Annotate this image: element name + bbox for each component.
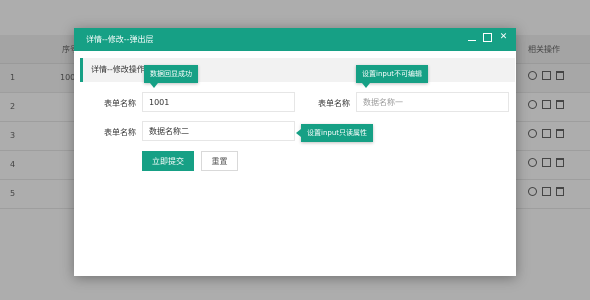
tooltip-arrow bbox=[150, 83, 158, 88]
field3-input[interactable] bbox=[142, 121, 295, 141]
close-icon[interactable]: ✕ bbox=[499, 33, 508, 42]
dialog-title-bar[interactable]: 详情--修改--弹出层 ✕ bbox=[74, 28, 516, 51]
dialog-title: 详情--修改--弹出层 bbox=[86, 35, 154, 44]
tooltip-text: 设置input只读属性 bbox=[307, 129, 368, 137]
tooltip-input-readonly: 设置input不可编辑 bbox=[356, 65, 429, 88]
tooltip-text: 设置input不可编辑 bbox=[362, 70, 423, 78]
maximize-icon[interactable] bbox=[483, 33, 492, 42]
field2-label: 表单名称 bbox=[318, 99, 350, 108]
window-controls: ✕ bbox=[468, 33, 508, 42]
field1-input[interactable] bbox=[142, 92, 295, 112]
legend-text: 详情--修改操作 bbox=[91, 65, 145, 74]
field1-label: 表单名称 bbox=[104, 99, 136, 108]
tooltip-text: 数据回显成功 bbox=[150, 70, 192, 78]
edit-dialog: 详情--修改--弹出层 ✕ 详情--修改操作 数据回显成功 设置input不可编… bbox=[74, 28, 516, 276]
tooltip-input-readonly-attr: 设置input只读属性 bbox=[296, 124, 374, 142]
tooltip-arrow bbox=[362, 83, 370, 88]
minimize-icon[interactable] bbox=[468, 35, 476, 41]
reset-button[interactable]: 重置 bbox=[201, 151, 238, 171]
tooltip-data-echo: 数据回显成功 bbox=[144, 65, 198, 88]
field2-input[interactable] bbox=[356, 92, 509, 112]
submit-button[interactable]: 立即提交 bbox=[142, 151, 194, 171]
field3-label: 表单名称 bbox=[104, 128, 136, 137]
tooltip-arrow bbox=[296, 129, 301, 137]
